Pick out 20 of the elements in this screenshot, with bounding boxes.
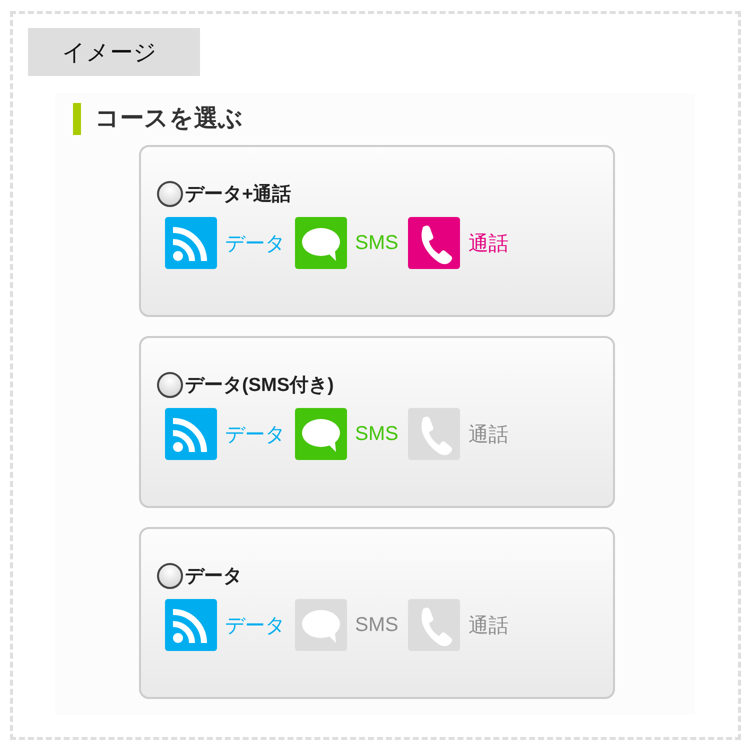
feature-label: 通話: [468, 614, 508, 638]
feature-label: データ: [225, 422, 285, 448]
course-option[interactable]: データ+通話: [157, 181, 292, 207]
feature-label: データ: [225, 614, 285, 638]
radio-button[interactable]: [157, 181, 183, 207]
course-card[interactable]: データ データ SMS 通話: [139, 527, 615, 699]
feature-label: 通話: [468, 232, 508, 256]
feature-label: SMS: [355, 614, 398, 636]
section-heading: コースを選ぶ: [73, 103, 695, 135]
course-card[interactable]: データ(SMS付き) データ SMS 通話: [139, 336, 615, 508]
feature-label: SMS: [355, 232, 398, 254]
course-option[interactable]: データ(SMS付き): [157, 372, 334, 398]
radio-button[interactable]: [157, 372, 183, 398]
image-label: イメージ: [28, 28, 200, 76]
course-option[interactable]: データ: [157, 563, 242, 589]
radio-button[interactable]: [157, 563, 183, 589]
feature-label: データ: [225, 232, 285, 256]
feature-label: 通話: [468, 422, 508, 448]
course-card[interactable]: データ+通話 データ SMS 通話: [139, 145, 615, 317]
feature-label: SMS: [355, 422, 398, 446]
